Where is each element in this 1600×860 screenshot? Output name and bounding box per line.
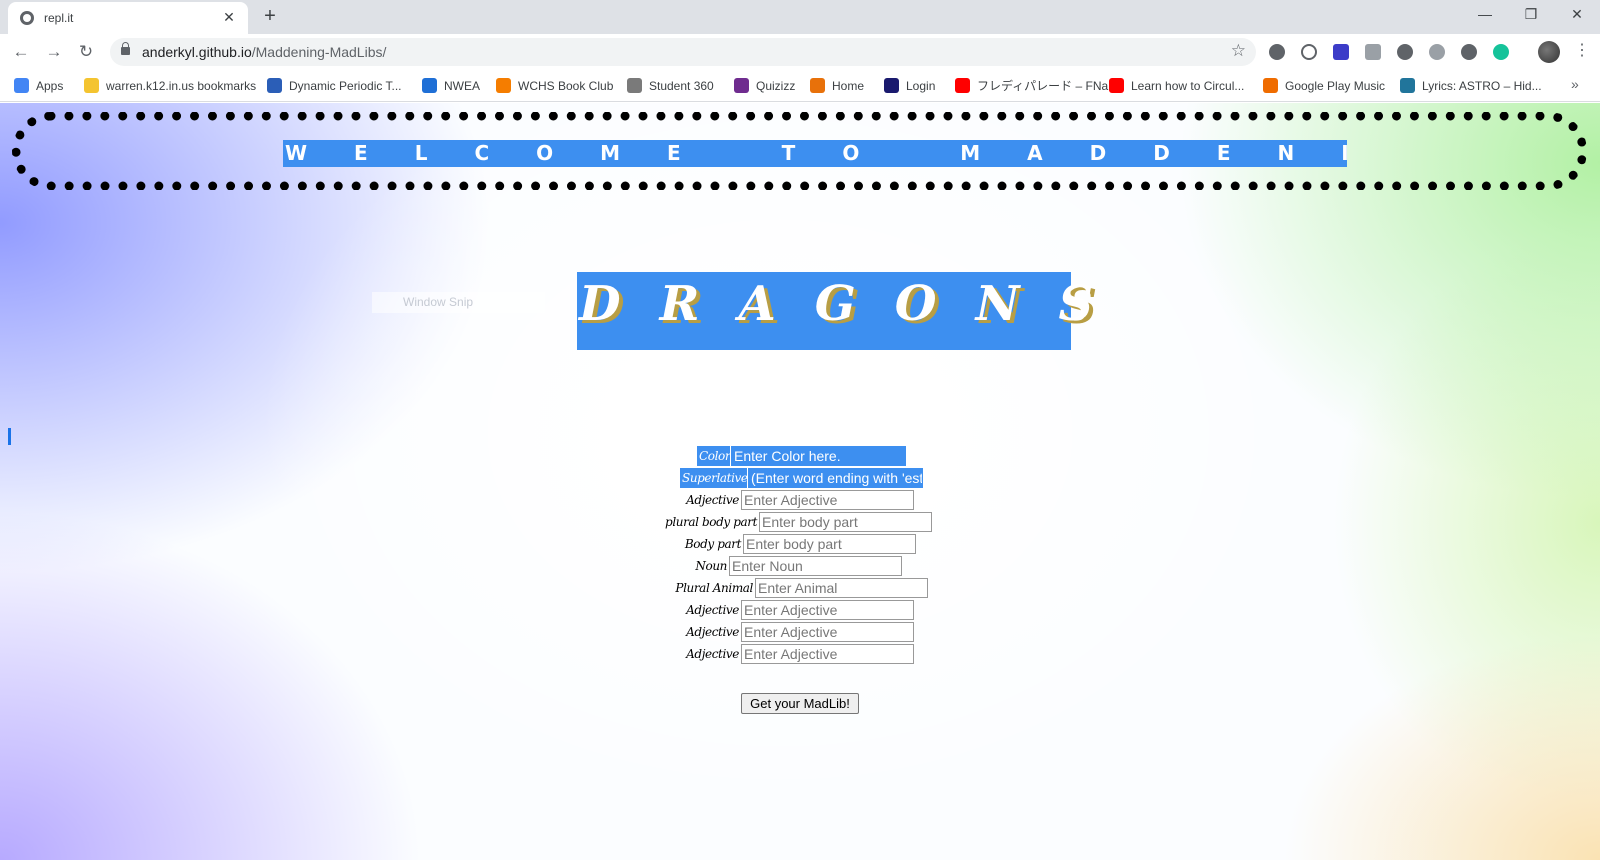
text-cursor [8, 428, 11, 445]
quizizz-icon [734, 78, 749, 93]
bookmark-label: Google Play Music [1285, 79, 1386, 93]
pt-icon [267, 78, 282, 93]
at-icon[interactable] [1429, 44, 1445, 60]
field-label: Noun [695, 559, 727, 573]
field-label: Plural Animal [675, 581, 753, 595]
bookmark-label: Home [832, 79, 865, 93]
bookmark-label: warren.k12.in.us bookmarks [106, 79, 257, 93]
bookmark-item[interactable]: Lyrics: ASTRO – Hid... [1400, 76, 1542, 96]
youtube-icon [1109, 78, 1124, 93]
power-icon[interactable] [1301, 44, 1317, 60]
bookmark-label: Learn how to Circul... [1131, 79, 1245, 93]
nwea-icon [422, 78, 437, 93]
text-input[interactable]: Enter Noun [729, 556, 902, 576]
field-label: Adjective [686, 493, 739, 507]
field-label: Color [697, 446, 731, 466]
bookmark-item[interactable]: フレディパレード – FNa... [955, 76, 1118, 96]
play-music-icon [1263, 78, 1278, 93]
bookmark-item[interactable]: Google Play Music [1263, 76, 1385, 96]
text-input[interactable]: Enter body part [743, 534, 916, 554]
bookmark-item[interactable]: NWEA [422, 76, 480, 96]
field-label: plural body part [665, 515, 757, 529]
restore-button[interactable]: ❐ [1508, 0, 1554, 30]
bookmark-label: Quizizz [756, 79, 796, 93]
bookmark-label: NWEA [444, 79, 480, 93]
bookmark-item[interactable]: Home [810, 76, 864, 96]
text-input[interactable]: Enter Adjective [741, 622, 914, 642]
home-icon [810, 78, 825, 93]
window-snip-ghost: Window Snip [372, 292, 545, 313]
profile-avatar[interactable] [1538, 41, 1560, 63]
close-window-button[interactable]: ✕ [1554, 0, 1600, 30]
lp-icon[interactable] [1461, 44, 1477, 60]
lp-icon[interactable] [1397, 44, 1413, 60]
bookmark-label: Dynamic Periodic T... [289, 79, 402, 93]
bookmark-label: Lyrics: ASTRO – Hid... [1422, 79, 1542, 93]
lock-icon[interactable] [121, 42, 130, 55]
bookmark-item[interactable]: warren.k12.in.us bookmarks [84, 76, 256, 96]
text-input[interactable]: Enter Adjective [741, 490, 914, 510]
minimize-button[interactable]: — [1462, 0, 1508, 30]
tab-strip: repl.it ✕ + — ❐ ✕ [0, 0, 1600, 34]
reload-icon[interactable]: ↻ [73, 39, 99, 65]
bookmarks-bar: Apps warren.k12.in.us bookmarks Dynamic Pe… [0, 70, 1600, 102]
text-input[interactable]: Enter Animal [755, 578, 928, 598]
puzzle-icon[interactable] [1365, 44, 1381, 60]
text-input[interactable]: Enter body part [759, 512, 932, 532]
tab-title: repl.it [44, 11, 74, 25]
bookmark-label: WCHS Book Club [518, 79, 614, 93]
apps-grid-icon [14, 78, 29, 93]
url-text[interactable]: anderkyl.github.io/Maddening-MadLibs/ [142, 44, 386, 60]
title-banner: DRAGONS [577, 272, 1093, 350]
field-label: Superlative [680, 468, 748, 488]
bookmark-item[interactable]: Student 360 [627, 76, 714, 96]
menu-dots-icon[interactable]: ⋮ [1574, 40, 1590, 60]
bookmark-item[interactable]: Learn how to Circul... [1109, 76, 1244, 96]
text-input[interactable]: (Enter word ending with 'est') [748, 468, 923, 488]
page-content: WELCOME TO MADDENING MADLIBS! Window Sni… [0, 103, 1600, 860]
bookmark-label: Student 360 [649, 79, 714, 93]
field-label: Adjective [686, 647, 739, 661]
submit-button[interactable]: Get your MadLib! [741, 693, 859, 714]
forward-arrow-icon[interactable]: → [41, 39, 67, 65]
field-label: Body part [684, 537, 742, 551]
text-input[interactable]: Enter Adjective [741, 644, 914, 664]
bookmark-star-icon[interactable]: ☆ [1231, 41, 1246, 61]
text-input[interactable]: Enter Color here. [731, 446, 906, 466]
bookmark-item[interactable]: Login [884, 76, 935, 96]
close-tab-icon[interactable]: ✕ [220, 8, 238, 26]
youtube-icon [955, 78, 970, 93]
folder-icon [84, 78, 99, 93]
bookmark-label: Login [906, 79, 936, 93]
browser-tab[interactable]: repl.it ✕ [8, 2, 248, 34]
page-title: DRAGONS [579, 276, 1133, 332]
field-label: Adjective [686, 603, 739, 617]
bookmark-item[interactable]: WCHS Book Club [496, 76, 613, 96]
c-extension-icon[interactable] [1333, 44, 1349, 60]
welcome-banner: WELCOME TO MADDENING MADLIBS! [283, 140, 1347, 167]
blogger-icon [496, 78, 511, 93]
extension-icon[interactable] [1269, 44, 1285, 60]
login-icon [884, 78, 899, 93]
wordpress-icon [1400, 78, 1415, 93]
back-arrow-icon[interactable]: ← [8, 39, 34, 65]
bookmark-item[interactable]: Quizizz [734, 76, 795, 96]
more-bookmarks-icon[interactable]: » [1571, 76, 1579, 92]
bookmark-label: フレディパレード – FNa... [977, 79, 1119, 93]
browser-toolbar: ← → ↻ anderkyl.github.io/Maddening-MadLi… [0, 34, 1600, 70]
new-tab-button[interactable]: + [258, 5, 282, 29]
bookmark-item[interactable]: Apps [14, 76, 63, 96]
text-input[interactable]: Enter Adjective [741, 600, 914, 620]
bookmark-item[interactable]: Dynamic Periodic T... [267, 76, 401, 96]
bookmark-label: Apps [36, 79, 64, 93]
student360-icon [627, 78, 642, 93]
grammarly-icon[interactable] [1493, 44, 1509, 60]
field-label: Adjective [686, 625, 739, 639]
globe-icon [20, 11, 34, 25]
address-bar[interactable]: anderkyl.github.io/Maddening-MadLibs/ ☆ [110, 38, 1256, 66]
